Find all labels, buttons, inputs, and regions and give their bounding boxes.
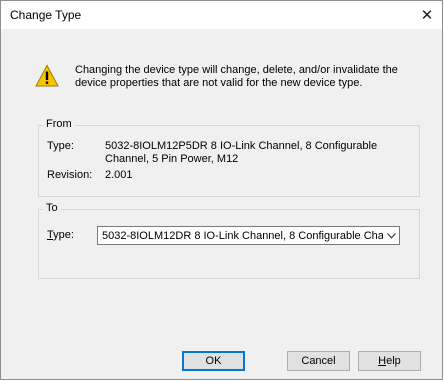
warning-message: Changing the device type will change, de… [75, 64, 398, 89]
cancel-button[interactable]: Cancel [287, 351, 350, 371]
from-group: From Type: 5032-8IOLM12P5DR 8 IO-Link Ch… [38, 118, 420, 197]
to-legend: To [43, 202, 61, 214]
help-label-rest: elp [386, 355, 401, 367]
help-button[interactable]: Help [358, 351, 421, 371]
close-icon[interactable]: ✕ [412, 1, 442, 29]
from-revision-value: 2.001 [105, 169, 133, 181]
device-type-selected: 5032-8IOLM12DR 8 IO-Link Channel, 8 Conf… [102, 229, 383, 242]
title-bar: Change Type ✕ [1, 1, 442, 29]
from-revision-label: Revision: [47, 169, 93, 181]
from-type-label: Type: [47, 140, 74, 152]
dialog-title: Change Type [10, 8, 82, 22]
chevron-down-icon[interactable] [383, 227, 399, 244]
from-type-value: 5032-8IOLM12P5DR 8 IO-Link Channel, 8 Co… [105, 140, 378, 165]
to-type-label: Type: [47, 229, 74, 241]
from-legend: From [43, 118, 75, 130]
help-mnemonic: H [378, 355, 387, 367]
to-type-label-rest: ype: [53, 229, 74, 241]
ok-button[interactable]: OK [182, 351, 245, 371]
device-type-select[interactable]: 5032-8IOLM12DR 8 IO-Link Channel, 8 Conf… [97, 226, 400, 245]
warning-icon [35, 64, 59, 87]
change-type-dialog: Change Type ✕ Changing the device type w… [0, 0, 443, 380]
to-group: To Type: 5032-8IOLM12DR 8 IO-Link Channe… [38, 202, 420, 279]
